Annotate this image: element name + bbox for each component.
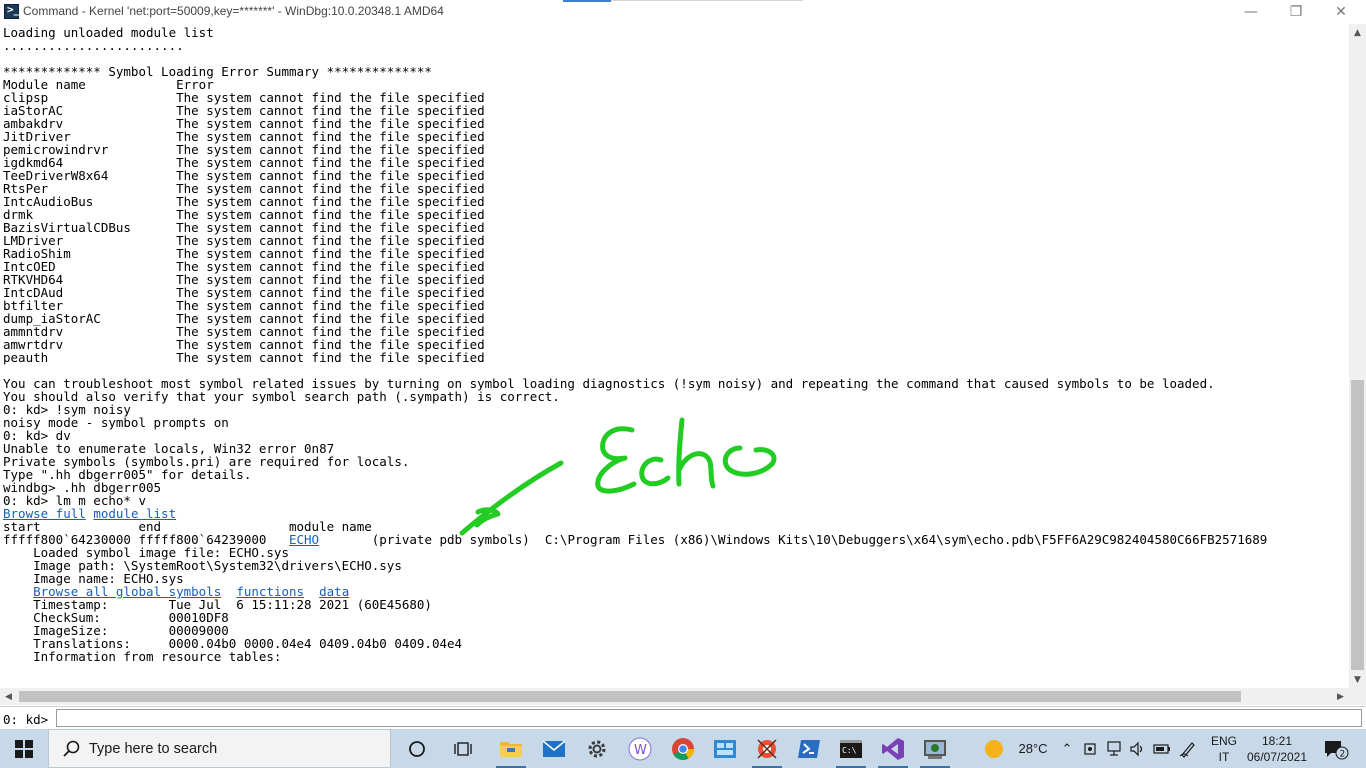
minimize-button[interactable]: — — [1228, 0, 1274, 24]
photos-app-icon — [714, 739, 736, 758]
language-top: ENG — [1210, 733, 1237, 748]
command-output-pane[interactable]: Loading unloaded module list............… — [0, 24, 1349, 688]
pen-icon[interactable] — [1176, 729, 1200, 768]
visual-studio-icon — [882, 737, 904, 760]
windbg-icon — [757, 738, 777, 759]
search-placeholder: Type here to search — [89, 741, 218, 757]
close-button[interactable]: ✕ — [1318, 0, 1364, 24]
photos-app-button[interactable] — [704, 729, 746, 768]
horizontal-scrollbar[interactable]: ◀ ▶ — [0, 688, 1349, 705]
command-input[interactable] — [56, 709, 1362, 727]
taskbar-search-box[interactable]: Type here to search — [48, 729, 391, 768]
output-line: 0: kd> lm m echo* v — [3, 493, 146, 508]
multitasking-button[interactable] — [442, 729, 484, 768]
output-line: ........................ — [3, 38, 184, 53]
output-line: Information from resource tables: — [3, 649, 282, 664]
settings-icon — [588, 740, 606, 757]
vertical-scrollbar[interactable]: ▲ ▼ — [1349, 24, 1366, 688]
start-button[interactable] — [0, 729, 48, 768]
horizontal-scroll-thumb[interactable] — [19, 691, 1241, 702]
command-prompt: 0: kd> — [3, 712, 49, 727]
clock-date: 06/07/2021 — [1246, 749, 1308, 764]
chrome-icon — [672, 737, 694, 760]
battery-icon[interactable] — [1151, 729, 1173, 768]
window-title: Command - Kernel 'net:port=50009,key=***… — [23, 4, 444, 18]
mail-icon — [542, 739, 566, 757]
windbg-button[interactable] — [746, 729, 788, 768]
weather-button[interactable] — [980, 729, 1008, 768]
task-view-button[interactable] — [396, 729, 438, 768]
command-prompt-button[interactable]: C:\ — [830, 729, 872, 768]
output-line: Loading unloaded module list — [3, 25, 214, 40]
task-view-icon — [409, 740, 425, 757]
windbg-preview-button[interactable] — [914, 729, 956, 768]
scroll-left-arrow-icon[interactable]: ◀ — [0, 688, 17, 705]
output-line: noisy mode - symbol prompts on — [3, 415, 229, 430]
vertical-scroll-thumb[interactable] — [1351, 380, 1364, 670]
notification-center-button[interactable]: 2 — [1316, 729, 1356, 768]
notification-count: 2 — [1340, 749, 1346, 759]
windbg-preview-icon — [924, 739, 946, 759]
output-line: Type ".hh dbgerr005" for details. — [3, 467, 252, 482]
scroll-up-arrow-icon[interactable]: ▲ — [1349, 24, 1366, 41]
output-lines: Loading unloaded module list............… — [3, 26, 1267, 663]
output-link[interactable]: ECHO — [289, 532, 319, 547]
taskbar: Type here to search W C:\ 28°C ⌃ ENG IT … — [0, 729, 1366, 768]
clock-time: 18:21 — [1261, 733, 1293, 748]
file-explorer-icon — [500, 741, 522, 757]
title-accent — [563, 0, 611, 2]
output-line: windbg> .hh dbgerr005 — [3, 480, 162, 495]
scroll-right-arrow-icon[interactable]: ▶ — [1332, 688, 1349, 705]
svg-text:C:\: C:\ — [842, 746, 857, 755]
windows-logo-icon — [15, 739, 33, 758]
output-line: peauth The system cannot find the file s… — [3, 350, 485, 365]
notification-icon: 2 — [1325, 740, 1349, 759]
volume-icon[interactable] — [1127, 729, 1149, 768]
command-bar: 0: kd> — [0, 706, 1366, 729]
output-line: Image path: \SystemRoot\System32\drivers… — [3, 558, 402, 573]
language-indicator[interactable]: ENG IT — [1202, 729, 1246, 768]
network-icon[interactable] — [1103, 729, 1125, 768]
language-bottom: IT — [1218, 749, 1230, 764]
scroll-down-arrow-icon[interactable]: ▼ — [1349, 671, 1366, 688]
file-explorer-button[interactable] — [490, 729, 532, 768]
svg-text:W: W — [634, 743, 647, 758]
visual-studio-button[interactable] — [872, 729, 914, 768]
settings-button[interactable] — [576, 729, 618, 768]
powershell-button[interactable] — [788, 729, 830, 768]
weather-temperature[interactable]: 28°C — [1008, 729, 1058, 768]
chevron-up-icon[interactable]: ⌃ — [1058, 729, 1076, 768]
clock[interactable]: 18:21 06/07/2021 — [1246, 729, 1308, 768]
taskbar-multitasking-icon — [454, 741, 472, 756]
command-prompt-icon: C:\ — [840, 739, 862, 758]
sun-icon — [985, 739, 1003, 758]
title-divider — [611, 0, 803, 1]
title-bar: >_ Command - Kernel 'net:port=50009,key=… — [0, 0, 1366, 24]
word-app-icon: W — [628, 737, 652, 760]
windbg-app-icon: >_ — [4, 3, 20, 19]
output-line: You should also verify that your symbol … — [3, 389, 560, 404]
powershell-icon — [798, 739, 820, 758]
search-icon — [63, 740, 80, 757]
scrollbar-corner — [1349, 688, 1366, 705]
restore-button[interactable]: ❐ — [1273, 0, 1319, 24]
mail-button[interactable] — [533, 729, 575, 768]
word-app-button[interactable]: W — [619, 729, 661, 768]
meet-now-icon[interactable] — [1080, 729, 1102, 768]
chrome-button[interactable] — [662, 729, 704, 768]
output-text: (private pdb symbols) C:\Program Files (… — [319, 532, 1268, 547]
